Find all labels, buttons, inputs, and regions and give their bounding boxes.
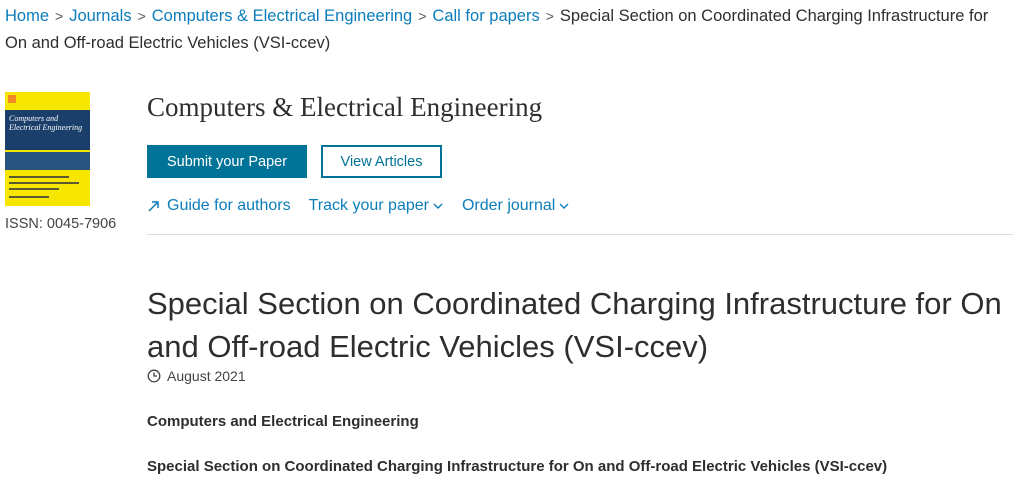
submit-paper-button[interactable]: Submit your Paper xyxy=(147,145,307,178)
issn-label: ISSN: 0045-7906 xyxy=(5,216,117,232)
publication-date: August 2021 xyxy=(147,368,246,384)
chevron-down-icon xyxy=(433,203,443,209)
breadcrumb-journals[interactable]: Journals xyxy=(69,7,131,25)
chevron-down-icon xyxy=(559,203,569,209)
clock-icon xyxy=(147,369,161,383)
journal-cover-image[interactable]: Computers and Electrical Engineering xyxy=(5,92,90,206)
publisher-logo xyxy=(8,95,16,103)
track-paper-label: Track your paper xyxy=(308,197,429,214)
journal-links: Guide for authors Track your paper Order… xyxy=(147,197,588,215)
order-journal-link[interactable]: Order journal xyxy=(462,197,570,215)
track-paper-link[interactable]: Track your paper xyxy=(309,197,444,215)
breadcrumb-journal[interactable]: Computers & Electrical Engineering xyxy=(152,7,412,25)
order-journal-label: Order journal xyxy=(461,197,556,214)
breadcrumb-call-for-papers[interactable]: Call for papers xyxy=(432,7,539,25)
journal-title[interactable]: Computers & Electrical Engineering xyxy=(147,92,542,123)
breadcrumb-home[interactable]: Home xyxy=(5,7,49,25)
guide-for-authors-link[interactable]: Guide for authors xyxy=(147,197,291,215)
chevron-right-icon: > xyxy=(418,8,427,24)
chevron-right-icon: > xyxy=(545,8,554,24)
section-title: Special Section on Coordinated Charging … xyxy=(147,458,888,475)
divider xyxy=(147,234,1013,235)
chevron-right-icon: > xyxy=(137,8,146,24)
breadcrumb: Home > Journals > Computers & Electrical Eng… xyxy=(5,3,1010,57)
view-articles-button[interactable]: View Articles xyxy=(321,145,442,178)
section-journal-name: Computers and Electrical Engineering xyxy=(147,413,419,430)
chevron-right-icon: > xyxy=(55,8,64,24)
date-label: August 2021 xyxy=(167,368,246,384)
cover-title: Computers and Electrical Engineering xyxy=(9,114,83,132)
external-arrow-icon xyxy=(148,201,159,212)
page-title: Special Section on Coordinated Charging … xyxy=(147,286,1002,364)
guide-for-authors-label: Guide for authors xyxy=(167,197,291,214)
